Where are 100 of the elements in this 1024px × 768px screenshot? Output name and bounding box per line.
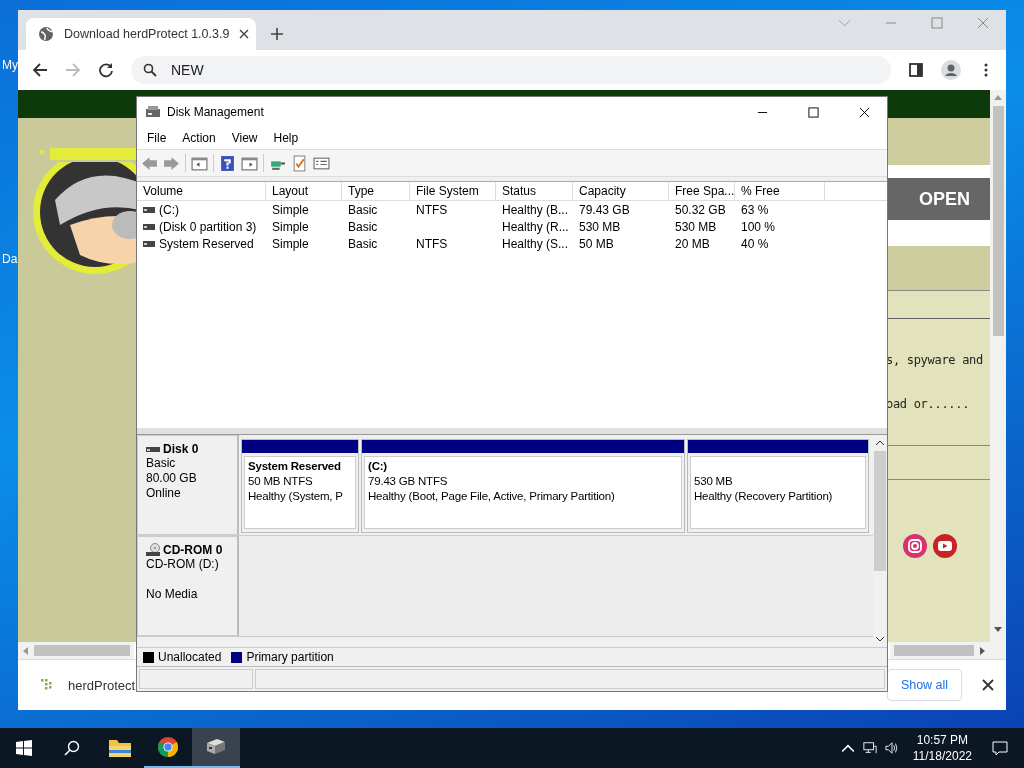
up-caret-icon[interactable] [876,439,884,447]
vertical-scrollbar[interactable] [990,90,1006,659]
column-header[interactable]: Layout [266,182,342,200]
partition-size: 79.43 GB NTFS [368,474,448,489]
partition-status: Healthy (Recovery Partition) [694,489,833,504]
table-cell: Basic [348,236,378,251]
column-header[interactable]: Volume [137,182,266,200]
volume-icon[interactable] [884,741,899,755]
down-caret-icon[interactable] [876,635,884,643]
open-button[interactable]: OPEN [888,178,990,220]
partition-block[interactable]: System Reserved 50 MB NTFS Healthy (System, P [241,439,359,533]
table-cell: Simple [272,219,309,234]
disk-icon [145,104,161,120]
disk-info: Online [146,486,182,501]
disk-label-panel[interactable]: CD-ROM 0 CD-ROM (D:) No Media [137,536,239,636]
maximize-icon[interactable] [808,106,819,118]
browser-tab[interactable]: Download herdProtect 1.0.3.9 [26,18,256,50]
back-arrow-icon[interactable] [32,62,48,78]
table-cell: 50 MB [579,236,614,251]
table-cell: NTFS [416,236,448,251]
right-arrow-icon[interactable] [978,646,986,655]
table-cell: 530 MB [675,219,717,234]
table-cell: Simple [272,236,309,251]
menu-item[interactable]: View [223,131,266,145]
notification-icon[interactable] [992,740,1008,756]
clock[interactable]: 10:57 PM 11/18/2022 [912,732,972,764]
column-header[interactable]: Capacity [573,182,669,200]
desktop-icon-label[interactable]: My [2,58,18,72]
tab-title: Download herdProtect 1.0.3.9 [64,27,230,41]
scrollbar-thumb[interactable] [894,645,974,656]
partition-block[interactable]: (C:) 79.43 GB NTFS Healthy (Boot, Page File, Active, Primary Partition) [361,439,685,533]
scrollbar-segment[interactable] [890,642,990,659]
table-cell: (C:) [159,202,179,217]
search-icon [143,63,157,77]
show-all-button[interactable]: Show all [887,669,962,701]
youtube-icon[interactable] [933,534,957,558]
scrollbar-thumb[interactable] [34,645,130,656]
instagram-icon[interactable] [903,534,927,558]
drive-icon [143,240,155,247]
close-icon[interactable] [859,106,870,118]
disk-info: CD-ROM (D:) [146,557,220,572]
disk-name: Disk 0 [163,442,199,456]
desktop-icon-label[interactable]: Da [2,252,18,266]
down-arrow-icon[interactable] [994,625,1002,633]
folder-icon [108,737,132,759]
column-header[interactable]: Status [496,182,573,200]
table-cell: System Reserved [159,236,254,251]
globe-icon [38,26,54,42]
partition-size: 530 MB [694,474,733,489]
help-icon[interactable] [219,154,236,172]
disk-info: 80.00 GB [146,471,198,486]
new-tab-icon[interactable] [270,27,284,41]
network-icon[interactable] [862,741,877,755]
address-bar[interactable]: NEW [131,56,891,84]
menu-item[interactable]: Help [265,131,307,145]
checklist-icon[interactable] [291,154,308,172]
table-cell: Simple [272,202,309,217]
close-icon[interactable] [239,29,250,39]
window-title: Disk Management [167,105,264,119]
download-file-name[interactable]: herdProtect [68,677,136,693]
column-header[interactable]: Type [342,182,410,200]
table-cell: 20 MB [675,236,710,251]
partition-name: (C:) [368,459,387,474]
table-cell: 530 MB [579,219,621,234]
search-icon[interactable] [64,740,80,756]
column-header[interactable]: File System [410,182,496,200]
start-icon[interactable] [16,740,32,756]
disk-info: No Media [146,587,199,602]
legend-label: Primary partition [246,650,334,664]
disk-name: CD-ROM 0 [163,543,223,557]
table-cell: 40 % [741,236,769,251]
side-panel-icon[interactable] [908,62,924,78]
cd-drive-icon [146,543,160,557]
table-cell: 63 % [741,202,769,217]
dots-icon [40,678,54,692]
table-cell: Healthy (R... [502,219,569,234]
close-icon[interactable] [982,679,994,691]
partition-block[interactable]: 530 MB Healthy (Recovery Partition) [687,439,869,533]
drive-icon [143,206,155,213]
legend-label: Unallocated [158,650,222,664]
chrome-icon [156,736,180,758]
partition-status: Healthy (Boot, Page File, Active, Primary Partition) [368,489,615,504]
drive-icon [143,223,155,230]
menu-item[interactable]: File [139,131,175,145]
table-cell: (Disk 0 partition 3) [159,219,257,234]
table-cell: 50.32 GB [675,202,726,217]
scrollbar-segment[interactable] [18,642,134,659]
taskbar-app[interactable] [192,728,240,768]
reload-icon[interactable] [98,62,114,78]
column-header[interactable]: % Free [735,182,825,200]
table-cell: 79.43 GB [579,202,630,217]
menu-item[interactable]: Action [174,131,224,145]
column-header[interactable]: Free Spa... [669,182,735,200]
table-cell: Healthy (S... [502,236,569,251]
profile-icon[interactable] [941,60,961,80]
disk-info: Basic [146,456,177,471]
partition-name: System Reserved [248,459,341,474]
disk-label-panel[interactable]: Disk 0 Basic 80.00 GB Online [137,435,239,535]
partition-status: Healthy (System, P [248,489,343,504]
table-cell: Basic [348,202,378,217]
